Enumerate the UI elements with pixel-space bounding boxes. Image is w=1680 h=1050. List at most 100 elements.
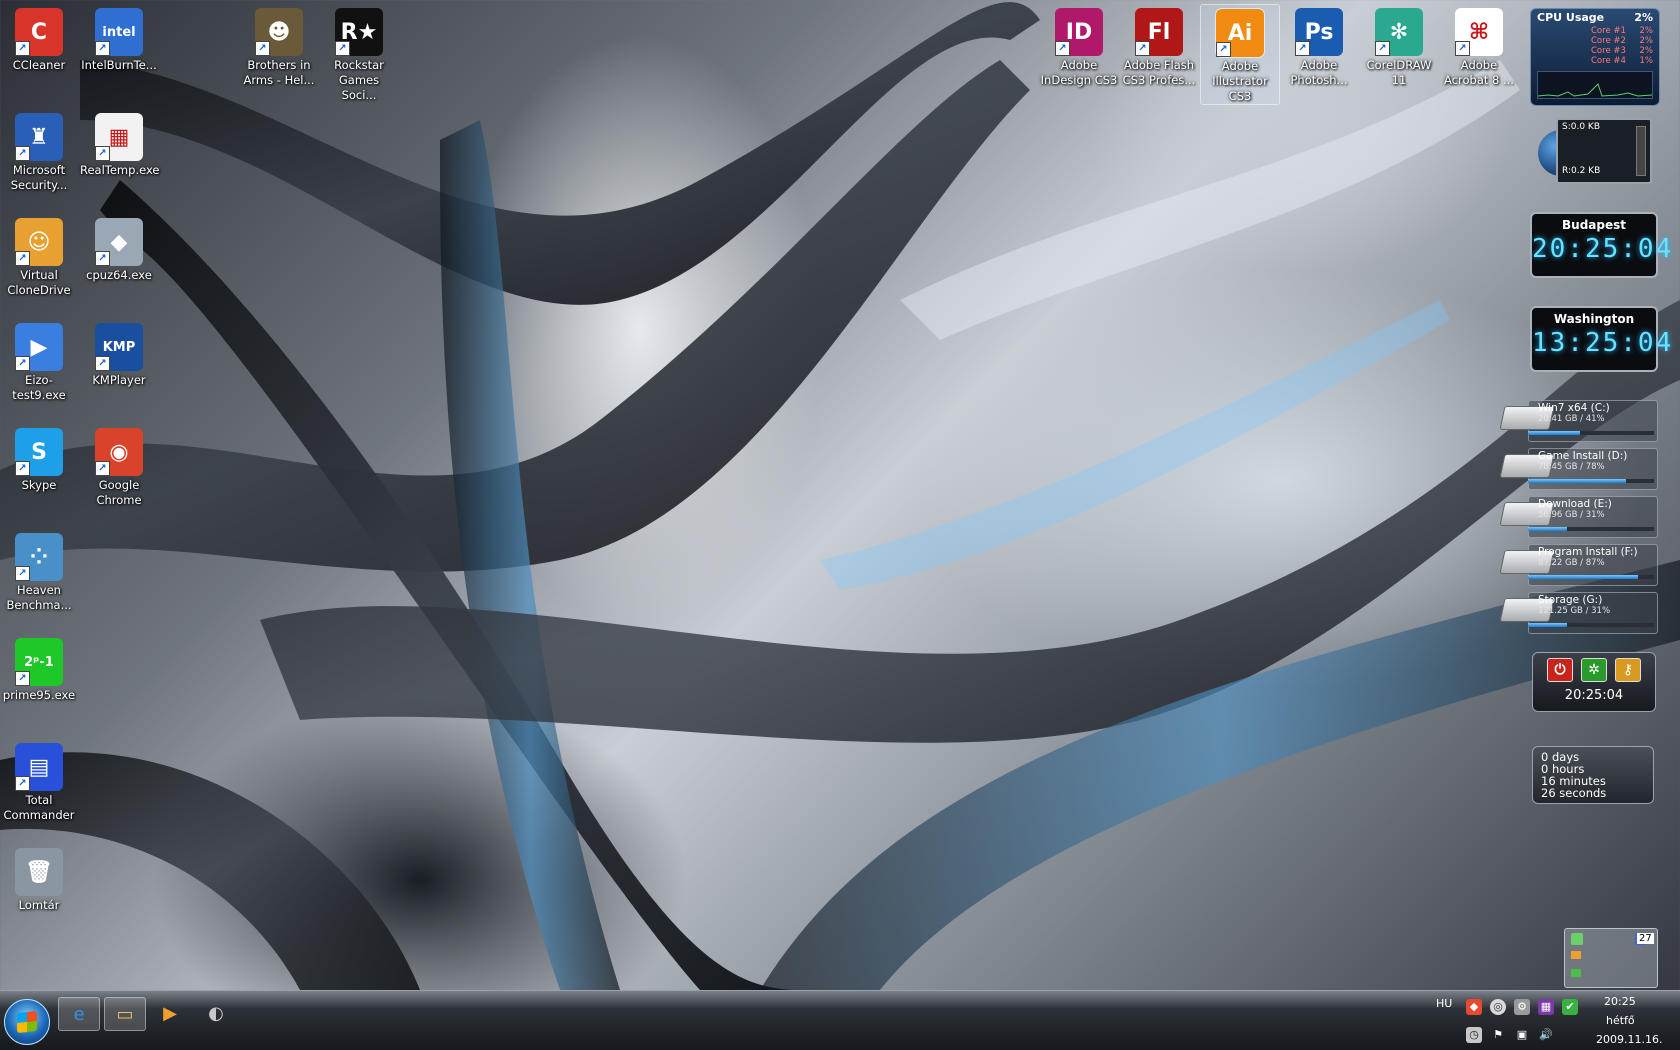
desktop-icon-brothers[interactable]: ☻ ↗ Brothers in Arms - Hel... [240, 4, 318, 88]
desktop-icon-label: Google Chrome [96, 478, 142, 507]
taskbar-clock-time[interactable]: 20:25 [1604, 995, 1636, 1008]
desktop-icon-label: Heaven Benchma... [6, 583, 72, 612]
language-indicator[interactable]: HU [1436, 997, 1452, 1010]
restart-icon[interactable]: ✲ [1581, 658, 1607, 682]
status-icon [1571, 933, 1583, 945]
drive-usage-track [1528, 575, 1654, 579]
drive-usage-track [1528, 431, 1654, 435]
clock-gadget-budapest[interactable]: Budapest 20:25:04 [1530, 212, 1674, 278]
shortcut-arrow-icon: ↗ [15, 776, 30, 791]
desktop-icon-msse[interactable]: ♜ ↗ Microsoft Security... [0, 109, 78, 193]
desktop-icon-prime95[interactable]: 2ᵖ-1 ↗ prime95.exe [0, 634, 78, 703]
cpu-core-row: Core #4 1% [1591, 56, 1653, 66]
desktop-icon-flash[interactable]: Fl ↗ Adobe Flash CS3 Profes... [1120, 4, 1198, 88]
volume-icon[interactable]: 🔊 [1538, 1027, 1554, 1043]
desktop-icon-ccleaner[interactable]: C ↗ CCleaner [0, 4, 78, 73]
intelburn-icon: intel ↗ [95, 8, 143, 56]
illustrator-icon: Ai ↗ [1215, 8, 1265, 58]
drive-name: Download (E:) [1538, 498, 1612, 510]
status-icon [1571, 969, 1581, 977]
taskbar: e ▭ ▶ ◐ HU ◆ ◎ ⚙ ▦ ✔ ◷ ⚑ ▣ 🔊 20:25 hétfő 20… [0, 990, 1680, 1050]
shortcut-arrow-icon: ↗ [1295, 41, 1310, 56]
desktop-icon-acrobat[interactable]: ⌘ ↗ Adobe Acrobat 8 ... [1440, 4, 1518, 88]
taskbar-clock-day[interactable]: hétfő [1606, 1014, 1635, 1027]
network-screen: S:0.0 KB R:0.2 KB [1556, 118, 1652, 184]
desktop-icon-indesign[interactable]: ID ↗ Adobe InDesign CS3 [1040, 4, 1118, 88]
desktop-icon-heaven[interactable]: ⁘ ↗ Heaven Benchma... [0, 529, 78, 613]
desktop-icon-label: Lomtár [18, 898, 60, 912]
tray-app-icon[interactable]: ◆ [1466, 999, 1482, 1015]
desktop-icon-lomtar[interactable]: 🗑 Lomtár [0, 844, 78, 913]
network-icon[interactable]: ▣ [1514, 1027, 1530, 1043]
tray-app-icon[interactable]: ▦ [1538, 999, 1554, 1015]
cpu-core-row: Core #3 2% [1591, 46, 1653, 56]
desktop-icon-vcd[interactable]: ☺ ↗ Virtual CloneDrive [0, 214, 78, 298]
start-button[interactable] [4, 999, 50, 1045]
clock-city: Washington [1553, 312, 1635, 326]
network-sent: S:0.0 KB [1562, 122, 1600, 132]
desktop-icon-realtemp[interactable]: ▦ ↗ RealTemp.exe [80, 109, 160, 178]
drive-name: Program Install (F:) [1538, 546, 1638, 558]
desktop-icon-skype[interactable]: S ↗ Skype [0, 424, 78, 493]
clock-city: Budapest [1562, 218, 1626, 232]
desktop-icon-cpuz[interactable]: ◆ ↗ cpuz64.exe [80, 214, 158, 283]
clock-gadget-washington[interactable]: Washington 13:25:04 [1530, 306, 1671, 372]
desktop-icon-label: Virtual CloneDrive [7, 268, 71, 297]
drive-meter-gadget[interactable]: Storage (G:) 121.25 GB / 31% [1499, 592, 1658, 634]
kmp-icon: KMP ↗ [95, 323, 143, 371]
tray-count: 27 [1637, 933, 1654, 944]
desktop-icon-rockstar[interactable]: R★ ↗ Rockstar Games Soci... [320, 4, 398, 103]
clock-time: 20:25:04 [1532, 234, 1674, 264]
desktop-icon-photoshop[interactable]: Ps ↗ Adobe Photosh... [1280, 4, 1358, 88]
shutdown-gadget-time: 20:25:04 [1564, 688, 1624, 703]
power-icon[interactable]: ⏻ [1547, 658, 1573, 682]
desktop-icon-coreldraw[interactable]: ✻ ↗ CorelDRAW 11 [1360, 4, 1438, 88]
tray-settings-icon[interactable]: ⚙ [1514, 999, 1530, 1015]
brothers-icon: ☻ ↗ [255, 8, 303, 56]
shutdown-gadget: ⏻ ✲ ⚷ 20:25:04 [1532, 652, 1656, 712]
ccleaner-icon: C ↗ [15, 8, 63, 56]
misc-icon: ◐ [208, 1002, 224, 1024]
realtemp-icon: ▦ ↗ [95, 113, 143, 161]
taskbar-explorer-button[interactable]: ▭ [104, 997, 146, 1031]
cpu-total: 2% [1634, 11, 1653, 24]
desktop-icon-intelburn[interactable]: intel ↗ IntelBurnTe... [80, 4, 158, 73]
taskbar-misc-button[interactable]: ◐ [196, 997, 236, 1029]
action-center-flag-icon[interactable]: ⚑ [1490, 1027, 1506, 1043]
tray-disc-icon[interactable]: ◎ [1490, 999, 1506, 1015]
desktop-icon-label: Adobe Flash CS3 Profes... [1122, 58, 1196, 87]
photoshop-icon: Ps ↗ [1295, 8, 1343, 56]
desktop-icon-label: Brothers in Arms - Hel... [243, 58, 315, 87]
shortcut-arrow-icon: ↗ [95, 146, 110, 161]
drive-meter-gadget[interactable]: Game Install (D:) 78.45 GB / 78% [1499, 448, 1658, 490]
vcd-icon: ☺ ↗ [15, 218, 63, 266]
taskbar-media-button[interactable]: ▶ [150, 997, 190, 1029]
drive-meter-gadget[interactable]: Program Install (F:) 87.22 GB / 87% [1499, 544, 1658, 586]
tray-clock-icon[interactable]: ◷ [1466, 1027, 1482, 1043]
uptime-gadget[interactable]: 0 days 0 hours 16 minutes 26 seconds [1532, 746, 1654, 804]
shortcut-arrow-icon: ↗ [335, 41, 350, 56]
desktop-icon-illustrator[interactable]: Ai ↗ Adobe Illustrator CS3 [1200, 4, 1280, 105]
drive-name: Storage (G:) [1538, 594, 1603, 606]
skype-icon: S ↗ [15, 428, 63, 476]
tray-mini-gadget[interactable]: 27 [1564, 928, 1658, 988]
prime95-icon: 2ᵖ-1 ↗ [15, 638, 63, 686]
desktop-icon-eizo[interactable]: ▶ ↗ Eizo-test9.exe [0, 319, 78, 403]
desktop-icon-tc[interactable]: ▤ ↗ Total Commander [0, 739, 78, 823]
desktop-icon-label: prime95.exe [2, 688, 76, 702]
cpu-usage-gadget[interactable]: CPU Usage 2% Core #1 2% Core #2 2% Core #3 2… [1530, 8, 1660, 106]
drive-meter-gadget[interactable]: Download (E:) 56.96 GB / 31% [1499, 496, 1658, 538]
indesign-icon: ID ↗ [1055, 8, 1103, 56]
shortcut-arrow-icon: ↗ [15, 41, 30, 56]
desktop-icon-chrome[interactable]: ◉ ↗ Google Chrome [80, 424, 158, 508]
drive-meter-gadget[interactable]: Win7 x64 (C:) 20.41 GB / 41% [1499, 400, 1658, 442]
taskbar-ie-button[interactable]: e [58, 997, 100, 1031]
taskbar-clock-date[interactable]: 2009.11.16. [1596, 1033, 1662, 1046]
desktop-icon-kmp[interactable]: KMP ↗ KMPlayer [80, 319, 158, 388]
lock-key-icon[interactable]: ⚷ [1615, 658, 1641, 682]
desktop-icon-label: Adobe Illustrator CS3 [1212, 59, 1268, 103]
drive-name: Game Install (D:) [1538, 450, 1628, 462]
status-icon [1571, 951, 1581, 959]
tray-check-icon[interactable]: ✔ [1562, 999, 1578, 1015]
network-meter-gadget[interactable]: S:0.0 KB R:0.2 KB [1538, 118, 1656, 184]
